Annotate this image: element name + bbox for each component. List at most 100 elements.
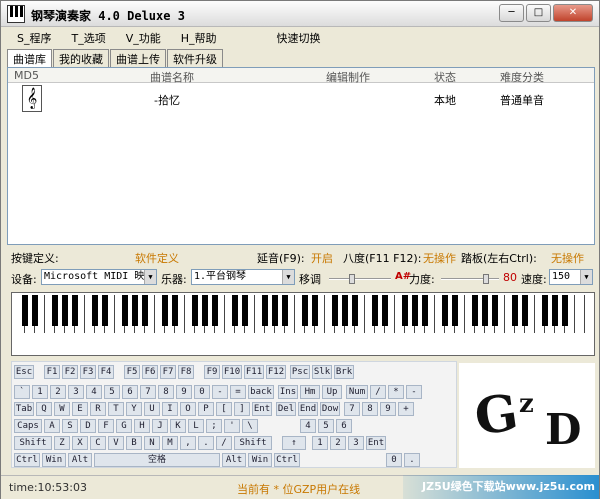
- table-row[interactable]: 𝄞 -拾忆 本地 普通单音: [8, 84, 594, 114]
- key-row5-8[interactable]: ,: [180, 436, 196, 450]
- key-row5-9[interactable]: .: [198, 436, 214, 450]
- piano-black-key[interactable]: [22, 295, 28, 326]
- key-row2-5[interactable]: 5: [104, 385, 120, 399]
- piano-black-key[interactable]: [102, 295, 108, 326]
- key-row2-10[interactable]: 0: [194, 385, 210, 399]
- key-row3-10[interactable]: P: [198, 402, 214, 416]
- col-md5[interactable]: MD5: [14, 69, 39, 82]
- piano-black-key[interactable]: [402, 295, 408, 326]
- key-row3-14[interactable]: Del: [276, 402, 296, 416]
- key-row6-3[interactable]: 空格: [94, 453, 220, 467]
- instrument-select[interactable]: 1.平台钢琴 ▼: [191, 269, 295, 285]
- piano-black-key[interactable]: [382, 295, 388, 326]
- key-row2-19[interactable]: *: [388, 385, 404, 399]
- key-row1-1[interactable]: F1: [44, 365, 60, 379]
- menu-program[interactable]: S_程序: [7, 29, 61, 47]
- key-row5-2[interactable]: X: [72, 436, 88, 450]
- col-status[interactable]: 状态: [434, 69, 456, 85]
- key-row1-4[interactable]: F4: [98, 365, 114, 379]
- piano-black-key[interactable]: [282, 295, 288, 326]
- piano-black-key[interactable]: [452, 295, 458, 326]
- transpose-slider[interactable]: [329, 274, 391, 284]
- key-row2-9[interactable]: 9: [176, 385, 192, 399]
- key-row3-2[interactable]: W: [54, 402, 70, 416]
- piano-white-key[interactable]: [575, 295, 585, 333]
- key-row2-8[interactable]: 8: [158, 385, 174, 399]
- piano-black-key[interactable]: [242, 295, 248, 326]
- piano-black-key[interactable]: [192, 295, 198, 326]
- key-row3-4[interactable]: R: [90, 402, 106, 416]
- piano-black-key[interactable]: [372, 295, 378, 326]
- piano-black-key[interactable]: [552, 295, 558, 326]
- key-row3-5[interactable]: T: [108, 402, 124, 416]
- piano-black-key[interactable]: [472, 295, 478, 326]
- key-row2-1[interactable]: 1: [32, 385, 48, 399]
- key-row1-10[interactable]: F10: [222, 365, 242, 379]
- tab-upload[interactable]: 曲谱上传: [110, 49, 166, 67]
- key-row2-12[interactable]: =: [230, 385, 246, 399]
- piano-black-key[interactable]: [52, 295, 58, 326]
- key-row1-9[interactable]: F9: [204, 365, 220, 379]
- key-row5-10[interactable]: /: [216, 436, 232, 450]
- key-row5-14[interactable]: 2: [330, 436, 346, 450]
- key-row1-2[interactable]: F2: [62, 365, 78, 379]
- col-author[interactable]: 编辑制作: [326, 69, 370, 85]
- key-row6-6[interactable]: Ctrl: [274, 453, 300, 467]
- piano-black-key[interactable]: [162, 295, 168, 326]
- key-row2-6[interactable]: 6: [122, 385, 138, 399]
- key-row6-7[interactable]: 0: [386, 453, 402, 467]
- key-row3-18[interactable]: 8: [362, 402, 378, 416]
- key-row1-5[interactable]: F5: [124, 365, 140, 379]
- piano-black-key[interactable]: [352, 295, 358, 326]
- key-row3-8[interactable]: I: [162, 402, 178, 416]
- piano-black-key[interactable]: [332, 295, 338, 326]
- key-row1-8[interactable]: F8: [178, 365, 194, 379]
- key-row2-3[interactable]: 3: [68, 385, 84, 399]
- key-row3-16[interactable]: Dow: [320, 402, 340, 416]
- key-row1-15[interactable]: Brk: [334, 365, 354, 379]
- key-row4-8[interactable]: K: [170, 419, 186, 433]
- piano-black-key[interactable]: [202, 295, 208, 326]
- piano-black-key[interactable]: [262, 295, 268, 326]
- piano-black-key[interactable]: [412, 295, 418, 326]
- key-row5-16[interactable]: Ent: [366, 436, 386, 450]
- device-select[interactable]: Microsoft MIDI 映 ▼: [41, 269, 157, 285]
- key-row3-12[interactable]: ]: [234, 402, 250, 416]
- key-row3-3[interactable]: E: [72, 402, 88, 416]
- key-row3-6[interactable]: Y: [126, 402, 142, 416]
- key-row4-6[interactable]: H: [134, 419, 150, 433]
- key-row2-0[interactable]: `: [14, 385, 30, 399]
- velocity-slider-thumb[interactable]: [482, 274, 489, 284]
- menu-quick-switch[interactable]: 快速切换: [267, 29, 331, 47]
- key-row4-11[interactable]: ': [224, 419, 240, 433]
- key-row6-4[interactable]: Alt: [222, 453, 246, 467]
- tab-upgrade[interactable]: 软件升级: [167, 49, 223, 67]
- score-list[interactable]: MD5 曲谱名称 编辑制作 状态 难度分类 𝄞 -拾忆 本地 普通单音: [7, 67, 595, 245]
- transpose-slider-thumb[interactable]: [348, 274, 355, 284]
- key-row1-12[interactable]: F12: [266, 365, 286, 379]
- key-row5-4[interactable]: V: [108, 436, 124, 450]
- key-row5-13[interactable]: 1: [312, 436, 328, 450]
- key-row1-7[interactable]: F7: [160, 365, 176, 379]
- piano-black-key[interactable]: [562, 295, 568, 326]
- key-row5-12[interactable]: ↑: [282, 436, 306, 450]
- key-row3-19[interactable]: 9: [380, 402, 396, 416]
- key-row4-5[interactable]: G: [116, 419, 132, 433]
- key-row2-20[interactable]: -: [406, 385, 422, 399]
- key-row2-16[interactable]: Up: [322, 385, 342, 399]
- menu-functions[interactable]: V_功能: [116, 29, 171, 47]
- key-row2-15[interactable]: Hm: [300, 385, 320, 399]
- key-row6-2[interactable]: Alt: [68, 453, 92, 467]
- piano-black-key[interactable]: [92, 295, 98, 326]
- key-row6-1[interactable]: Win: [42, 453, 66, 467]
- key-row3-15[interactable]: End: [298, 402, 318, 416]
- speed-select[interactable]: 150 ▼: [549, 269, 593, 285]
- key-row4-10[interactable]: ;: [206, 419, 222, 433]
- piano-black-key[interactable]: [232, 295, 238, 326]
- key-row4-12[interactable]: \: [242, 419, 258, 433]
- key-row5-0[interactable]: Shift: [14, 436, 52, 450]
- piano-black-key[interactable]: [422, 295, 428, 326]
- piano-black-key[interactable]: [272, 295, 278, 326]
- key-row1-14[interactable]: Slk: [312, 365, 332, 379]
- piano-black-key[interactable]: [302, 295, 308, 326]
